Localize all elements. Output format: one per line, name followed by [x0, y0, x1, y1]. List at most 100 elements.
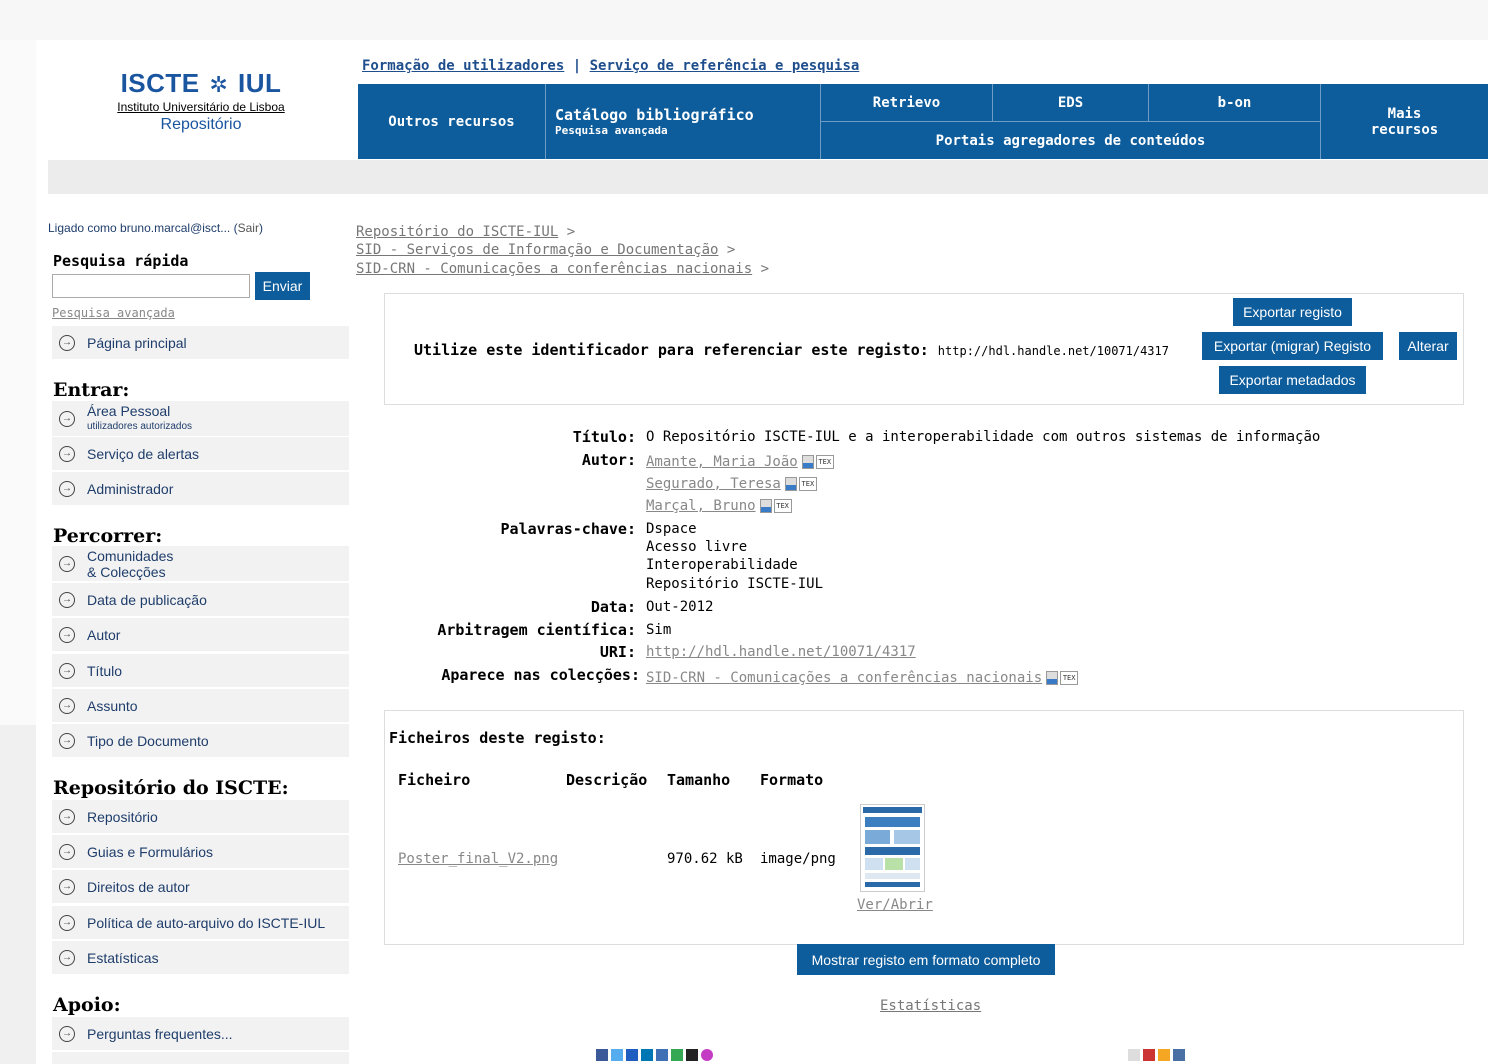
- label-arbitragem: Arbitragem científica:: [437, 621, 636, 639]
- rss-doc-icon: [759, 499, 772, 513]
- author-row-2: Segurado, Teresa TEX: [646, 476, 817, 492]
- label-titulo: Título:: [572, 428, 636, 446]
- quick-search-input[interactable]: [52, 274, 250, 298]
- sidebar-item-titulo[interactable]: → Título: [52, 654, 349, 687]
- arrow-circle-icon: →: [59, 697, 75, 714]
- link-servico-referencia[interactable]: Serviço de referência e pesquisa: [590, 58, 860, 74]
- export-icons[interactable]: TEX: [759, 498, 792, 514]
- open-file-link[interactable]: Ver/Abrir: [857, 897, 933, 913]
- collection-link[interactable]: SID-CRN - Comunicações a conferências na…: [646, 670, 1042, 686]
- mendeley-icon[interactable]: [1143, 1049, 1155, 1061]
- keyword: Repositório ISCTE-IUL: [646, 576, 824, 592]
- orkut-icon[interactable]: [701, 1049, 713, 1061]
- nav-b-on[interactable]: b-on: [1149, 84, 1321, 122]
- sidebar-item-politica[interactable]: → Política de auto-arquivo do ISCTE-IUL: [52, 906, 349, 939]
- nav-catalogo-sub: Pesquisa avançada: [555, 124, 668, 137]
- link-formacao[interactable]: Formação de utilizadores: [362, 58, 564, 74]
- nav-outros-recursos[interactable]: Outros recursos: [358, 84, 546, 159]
- linkedin-icon[interactable]: [641, 1049, 653, 1061]
- value-data: Out-2012: [646, 599, 714, 615]
- nav-retrievo[interactable]: Retrievo: [821, 84, 993, 122]
- twitter-icon[interactable]: [611, 1049, 623, 1061]
- arrow-circle-icon: →: [59, 480, 75, 497]
- breadcrumb-link-repositorio[interactable]: Repositório do ISCTE-IUL: [356, 224, 558, 240]
- arrow-circle-icon: →: [59, 1025, 75, 1042]
- sidebar-item-administrador[interactable]: → Administrador: [52, 472, 349, 505]
- section-percorrer: Percorrer:: [53, 525, 163, 547]
- nav-portais[interactable]: Portais agregadores de conteúdos: [821, 122, 1321, 159]
- iscte-logo[interactable]: ISCTE ✲ IUL Instituto Universitário de L…: [48, 68, 354, 135]
- delicious-icon[interactable]: [626, 1049, 638, 1061]
- digg-icon[interactable]: [656, 1049, 668, 1061]
- file-thumbnail[interactable]: [860, 804, 925, 892]
- breadcrumb-2: SID - Serviços de Informação e Documenta…: [356, 242, 736, 258]
- rss-doc-icon: [784, 477, 797, 491]
- logo-symbol-icon: ✲: [209, 72, 229, 97]
- sidebar-item-assunto[interactable]: → Assunto: [52, 689, 349, 722]
- section-entrar: Entrar:: [53, 379, 130, 401]
- arrow-circle-icon: →: [59, 878, 75, 895]
- uri-link[interactable]: http://hdl.handle.net/10071/4317: [646, 644, 916, 660]
- author-link-3[interactable]: Marçal, Bruno: [646, 498, 756, 514]
- edit-button[interactable]: Alterar: [1399, 332, 1457, 360]
- sidebar-item-estatisticas[interactable]: → Estatísticas: [52, 941, 349, 974]
- arrow-circle-icon: →: [59, 445, 75, 462]
- poster-thumbnail-image: [863, 807, 922, 887]
- breadcrumb-3: SID-CRN - Comunicações a conferências na…: [356, 261, 770, 277]
- sidebar-item-data-publicacao[interactable]: → Data de publicação: [52, 583, 349, 616]
- endnote-icon[interactable]: [1173, 1049, 1185, 1061]
- tex-logo-icon[interactable]: [1128, 1049, 1140, 1061]
- export-migrate-button[interactable]: Exportar (migrar) Registo: [1202, 332, 1383, 360]
- export-record-button[interactable]: Exportar registo: [1233, 298, 1352, 326]
- sidebar-item-direitos[interactable]: → Direitos de autor: [52, 870, 349, 903]
- rss-doc-icon: [1046, 671, 1059, 685]
- export-icons[interactable]: TEX: [1046, 670, 1079, 686]
- col-header-tamanho: Tamanho: [667, 771, 731, 789]
- sidebar-item-guias[interactable]: → Guias e Formulários: [52, 835, 349, 868]
- export-metadata-button[interactable]: Exportar metadados: [1219, 366, 1366, 394]
- author-link-1[interactable]: Amante, Maria João: [646, 454, 798, 470]
- breadcrumb-link-sid[interactable]: SID - Serviços de Informação e Documenta…: [356, 242, 718, 258]
- export-icons[interactable]: TEX: [801, 454, 834, 470]
- identifier-text: Utilize este identificador para referenc…: [414, 341, 1169, 359]
- file-format: image/png: [760, 851, 836, 867]
- files-title: Ficheiros deste registo:: [389, 729, 606, 747]
- show-full-record-button[interactable]: Mostrar registo em formato completo: [797, 944, 1055, 975]
- sidebar-item-perguntas[interactable]: → Perguntas frequentes...: [52, 1017, 349, 1050]
- sidebar-item-tipo-documento[interactable]: → Tipo de Documento: [52, 724, 349, 757]
- sidebar-item-next[interactable]: [52, 1052, 349, 1064]
- sidebar-item-home[interactable]: → Página principal: [52, 326, 349, 359]
- myspace-icon[interactable]: [686, 1049, 698, 1061]
- tex-icon: TEX: [1060, 671, 1079, 685]
- sidebar-item-alertas[interactable]: → Serviço de alertas: [52, 437, 349, 470]
- sidebar-item-comunidades[interactable]: → Comunidades & Colecções: [52, 546, 349, 581]
- zotero-icon[interactable]: [1158, 1049, 1170, 1061]
- arrow-circle-icon: →: [59, 808, 75, 825]
- sidebar-item-area-pessoal[interactable]: → Área Pessoal utilizadores autorizados: [52, 401, 349, 436]
- advanced-search-link[interactable]: Pesquisa avançada: [52, 306, 175, 320]
- quick-search-submit[interactable]: Enviar: [255, 272, 310, 300]
- export-icons[interactable]: TEX: [784, 476, 817, 492]
- tex-icon: TEX: [815, 455, 834, 469]
- label-autor: Autor:: [581, 451, 636, 469]
- nav-eds[interactable]: EDS: [993, 84, 1149, 122]
- google-icon[interactable]: [671, 1049, 683, 1061]
- nav-mais-recursos[interactable]: Mais recursos: [1321, 84, 1488, 159]
- label-data: Data:: [590, 598, 636, 616]
- logout-link[interactable]: Sair: [238, 221, 259, 235]
- sidebar-item-autor[interactable]: → Autor: [52, 618, 349, 651]
- author-link-2[interactable]: Segurado, Teresa: [646, 476, 781, 492]
- breadcrumb-link-sid-crn[interactable]: SID-CRN - Comunicações a conferências na…: [356, 261, 752, 277]
- quick-search-title: Pesquisa rápida: [53, 252, 189, 270]
- area-pessoal-sub: utilizadores autorizados: [87, 420, 193, 432]
- value-arbitragem: Sim: [646, 622, 672, 638]
- nav-catalogo[interactable]: Catálogo bibliográfico Pesquisa avançada: [546, 84, 821, 159]
- sidebar-item-repositorio[interactable]: → Repositório: [52, 800, 349, 833]
- facebook-icon[interactable]: [596, 1049, 608, 1061]
- top-band: [0, 0, 1488, 40]
- keyword: Interoperabilidade: [646, 557, 798, 573]
- file-link[interactable]: Poster_final_V2.png: [398, 851, 558, 867]
- collection-row: SID-CRN - Comunicações a conferências na…: [646, 670, 1079, 686]
- footer-logos: [1128, 1049, 1185, 1064]
- statistics-link[interactable]: Estatísticas: [880, 998, 981, 1014]
